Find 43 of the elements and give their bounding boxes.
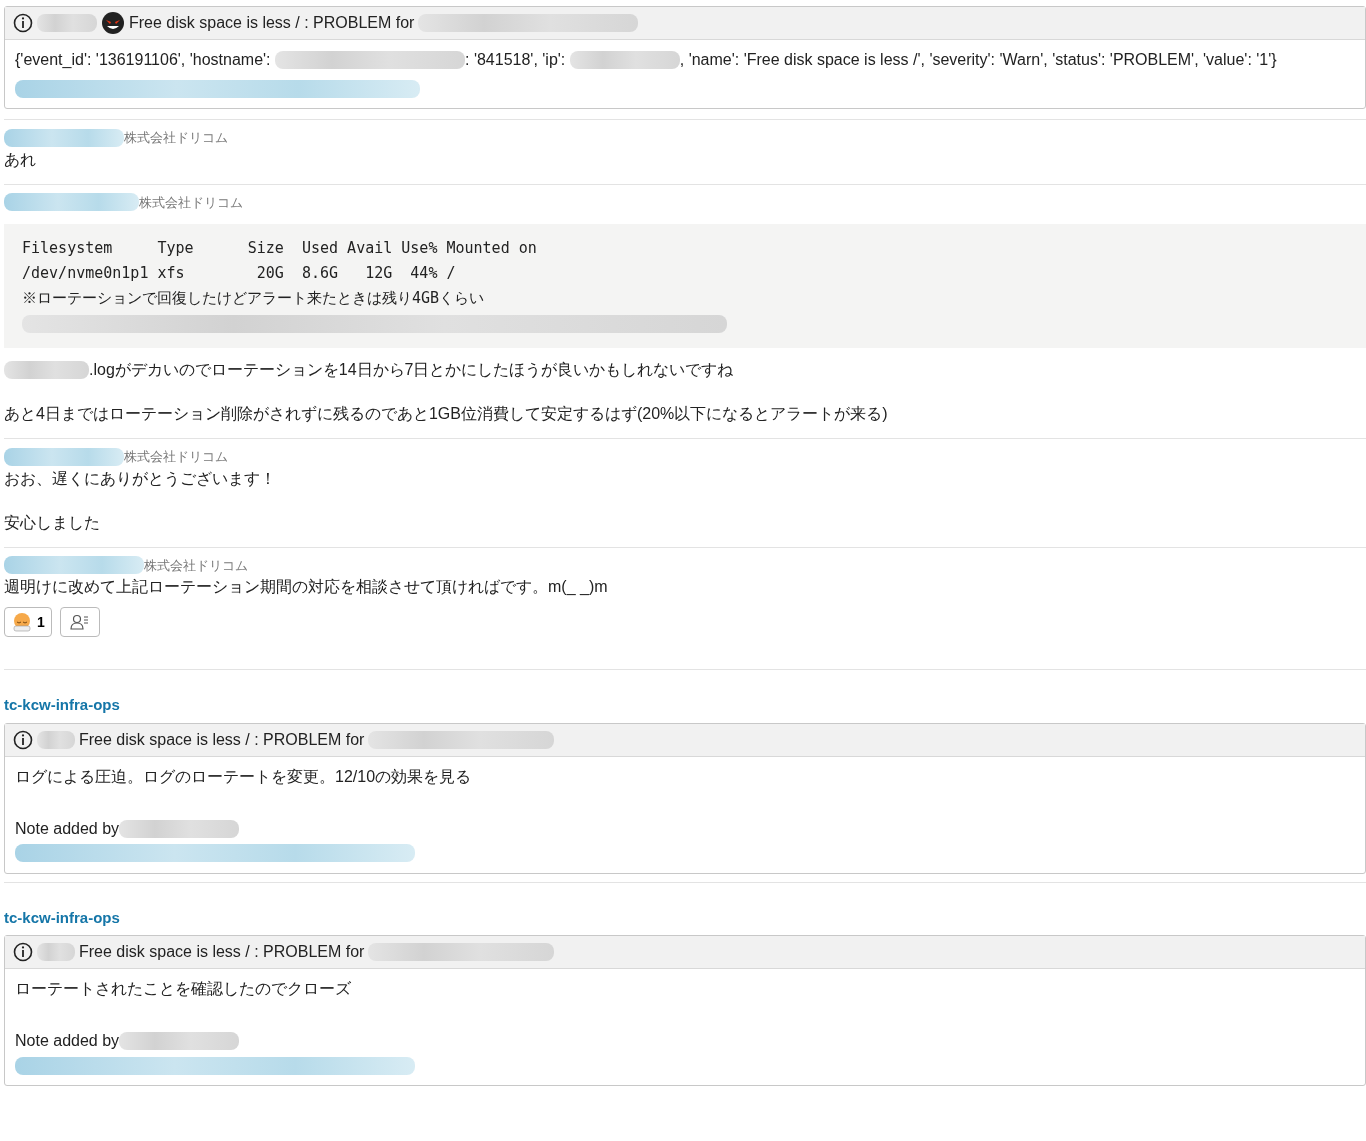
devil-face-icon	[101, 11, 125, 35]
note-text: ログによる圧迫。ログのローテートを変更。12/10の効果を見る	[15, 766, 473, 787]
message-text: 安心しました	[4, 512, 100, 533]
note-author-label: Note added by	[15, 818, 120, 839]
redacted-link[interactable]	[4, 556, 144, 575]
message-text: あと4日まではローテーション削除がされずに残るのであと1GB位消費して安定するはず(20%以下になるとアラートが来る)	[4, 404, 888, 424]
redacted-link[interactable]	[15, 79, 420, 98]
info-icon	[13, 942, 33, 962]
company-name: 株式会社ドリコム	[144, 556, 248, 575]
redacted-text	[37, 943, 75, 961]
company-name: 株式会社ドリコム	[124, 129, 228, 147]
redacted-text	[37, 14, 97, 32]
text-line: /dev/nvme0n1p1 xfs 20G 8.6G 12G 44% /	[22, 264, 456, 282]
company-name: 株式会社ドリコム	[139, 193, 243, 212]
note-title: Free disk space is less / : PROBLEM for	[79, 942, 365, 962]
text-line: : '841518', 'ip':	[465, 50, 567, 70]
redacted-link[interactable]	[4, 193, 139, 212]
channel-link[interactable]: tc-kcw-infra-ops	[4, 694, 1366, 717]
message-text: 週明けに改めて上記ローテーション期間の対応を相談させて頂ければです。m(_ _)m	[4, 577, 608, 597]
message-text: おお、遅くにありがとうございます！	[4, 468, 276, 489]
redacted-link[interactable]	[15, 1056, 415, 1075]
info-icon	[13, 729, 33, 750]
note-text: ローテートされたことを確認したのでクローズ	[15, 979, 352, 999]
alert-title: Free disk space is less / : PROBLEM for	[129, 13, 415, 33]
text-line: Filesystem Type Size Used Avail Use% Mounted on	[22, 239, 537, 257]
text-line: {'event_id': '136191106', 'hostname':	[15, 50, 272, 70]
message-text: .logがデカいのでローテーションを14日から7日とかにしたほうが良いかもしれないですね	[89, 360, 734, 380]
add-reaction-button[interactable]	[59, 607, 100, 637]
redacted-link[interactable]	[15, 844, 415, 863]
redacted-link[interactable]	[4, 128, 124, 147]
channel-link[interactable]: tc-kcw-infra-ops	[4, 906, 1366, 929]
message-text: あれ	[4, 149, 36, 170]
text-line: ※ローテーションで回復したけどアラート来たときは残り4GBくらい	[22, 289, 485, 307]
note-author-label: Note added by	[15, 1031, 120, 1051]
redacted-text	[37, 730, 75, 749]
company-name: 株式会社ドリコム	[124, 448, 228, 466]
text-line: , 'name': 'Free disk space is less /', 'severity': 'Warn', 'status': 'PROBLEM', 'value': '1'}	[679, 50, 1277, 70]
person-list-icon	[68, 612, 91, 632]
reaction-button[interactable]: 1	[4, 607, 52, 637]
info-icon	[13, 13, 33, 33]
note-title: Free disk space is less / : PROBLEM for	[79, 729, 365, 750]
redacted-link[interactable]	[4, 447, 124, 466]
emoji-icon	[11, 612, 33, 632]
